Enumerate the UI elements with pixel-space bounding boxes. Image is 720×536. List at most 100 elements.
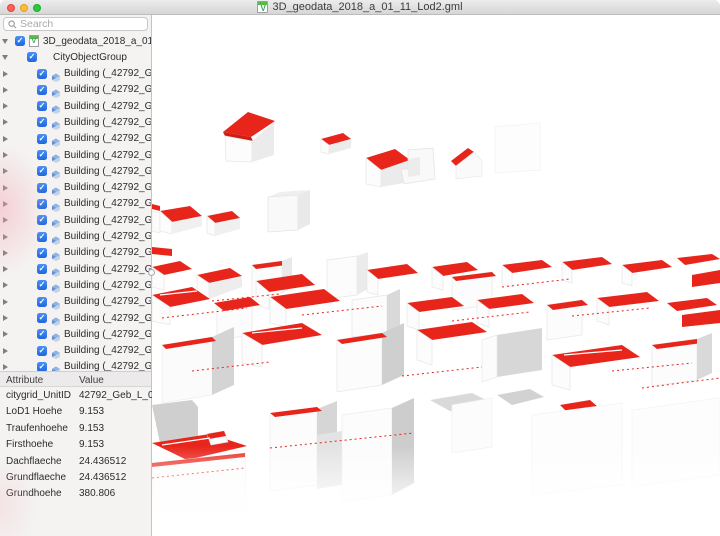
checkbox-checked[interactable]: ✓: [37, 232, 47, 242]
checkbox-checked[interactable]: ✓: [37, 166, 47, 176]
checkbox-checked[interactable]: ✓: [37, 134, 47, 144]
tree-item-building[interactable]: ✓ Building (_42792_Ge: [0, 294, 151, 310]
attribute-name: citygrid_UnitID: [6, 390, 71, 401]
checkbox-checked[interactable]: ✓: [37, 69, 47, 79]
tree-item-building[interactable]: ✓ Building (_42792_Ge: [0, 147, 151, 163]
disclosure-expanded-icon[interactable]: [2, 55, 8, 60]
checkbox-checked[interactable]: ✓: [37, 199, 47, 209]
tree-item-cityobjectgroup[interactable]: ✓ CityObjectGroup: [0, 49, 151, 65]
tree-item-building[interactable]: ✓ Building (_42792_Ge: [0, 310, 151, 326]
tree-item-label: Building (_42792_Ge: [64, 117, 151, 128]
attribute-name: Grundflaeche: [6, 472, 66, 483]
disclosure-collapsed-icon[interactable]: [3, 168, 8, 174]
disclosure-expanded-icon[interactable]: [2, 39, 8, 44]
checkbox-checked[interactable]: ✓: [37, 248, 47, 258]
checkbox-checked[interactable]: ✓: [37, 280, 47, 290]
disclosure-collapsed-icon[interactable]: [3, 234, 8, 240]
attribute-value: 42792_Geb_L_0: [79, 390, 154, 401]
tree-item-label: Building (_42792_Ge: [64, 264, 151, 275]
tree-item-building[interactable]: ✓ Building (_42792_Ge: [0, 326, 151, 342]
disclosure-collapsed-icon[interactable]: [3, 87, 8, 93]
disclosure-collapsed-icon[interactable]: [3, 315, 8, 321]
checkbox-checked[interactable]: ✓: [37, 297, 47, 307]
attribute-name: LoD1 Hoehe: [6, 406, 62, 417]
attribute-value: 380.806: [79, 488, 115, 499]
attribute-value: 9.153: [79, 406, 104, 417]
tree-item-building[interactable]: ✓ Building (_42792_Ge: [0, 212, 151, 228]
attribute-value: 9.153: [79, 423, 104, 434]
disclosure-collapsed-icon[interactable]: [3, 201, 8, 207]
disclosure-collapsed-icon[interactable]: [3, 364, 8, 370]
checkbox-checked[interactable]: ✓: [27, 52, 37, 62]
building-icon: [51, 362, 61, 371]
tree-item-label: Building (_42792_Ge: [64, 231, 151, 242]
disclosure-collapsed-icon[interactable]: [3, 71, 8, 77]
tree-item-label: Building (_42792_Ge: [64, 182, 151, 193]
attribute-row[interactable]: Grundhoehe 380.806: [0, 485, 151, 501]
app-window: V 3D_geodata_2018_a_01_11_Lod2.gml ✓ V 3…: [0, 0, 720, 536]
tree-item-building[interactable]: ✓ Building (_42792_Ge: [0, 114, 151, 130]
attribute-row[interactable]: Dachflaeche 24.436512: [0, 453, 151, 469]
disclosure-collapsed-icon[interactable]: [3, 217, 8, 223]
tree-item-label: CityObjectGroup: [53, 52, 127, 63]
attribute-row[interactable]: Firsthoehe 9.153: [0, 436, 151, 452]
disclosure-collapsed-icon[interactable]: [3, 136, 8, 142]
attribute-name: Grundhoehe: [6, 488, 62, 499]
close-button-icon[interactable]: [7, 4, 15, 12]
minimize-button-icon[interactable]: [20, 4, 28, 12]
checkbox-checked[interactable]: ✓: [37, 215, 47, 225]
disclosure-collapsed-icon[interactable]: [3, 266, 8, 272]
disclosure-collapsed-icon[interactable]: [3, 299, 8, 305]
splitter-handle[interactable]: [148, 269, 155, 276]
tree-item-root[interactable]: ✓ V 3D_geodata_2018_a_01_11_: [0, 33, 151, 49]
tree-item-building[interactable]: ✓ Building (_42792_Ge: [0, 131, 151, 147]
search-icon: [8, 20, 17, 29]
tree-item-building[interactable]: ✓ Building (_42792_Ge: [0, 245, 151, 261]
checkbox-checked[interactable]: ✓: [37, 150, 47, 160]
tree-item-label: Building (_42792_Ge: [64, 313, 151, 324]
tree-item-building[interactable]: ✓ Building (_42792_Ge: [0, 180, 151, 196]
disclosure-collapsed-icon[interactable]: [3, 282, 8, 288]
checkbox-checked[interactable]: ✓: [37, 117, 47, 127]
disclosure-collapsed-icon[interactable]: [3, 152, 8, 158]
disclosure-collapsed-icon[interactable]: [3, 331, 8, 337]
checkbox-checked[interactable]: ✓: [37, 264, 47, 274]
checkbox-checked[interactable]: ✓: [37, 346, 47, 356]
attribute-row[interactable]: Traufenhoehe 9.153: [0, 420, 151, 436]
disclosure-collapsed-icon[interactable]: [3, 185, 8, 191]
gml-file-icon: V: [29, 35, 39, 47]
tree-item-building[interactable]: ✓ Building (_42792_Ge: [0, 359, 151, 371]
tree-item-label: Building (_42792_Ge: [64, 198, 151, 209]
checkbox-checked[interactable]: ✓: [37, 313, 47, 323]
attribute-name: Dachflaeche: [6, 456, 62, 467]
checkbox-checked[interactable]: ✓: [37, 101, 47, 111]
tree-item-building[interactable]: ✓ Building (_42792_Ge: [0, 66, 151, 82]
value-column-header: Value: [79, 375, 104, 386]
attribute-row[interactable]: Grundflaeche 24.436512: [0, 469, 151, 485]
attribute-row[interactable]: citygrid_UnitID 42792_Geb_L_0: [0, 387, 151, 403]
tree-item-label: Building (_42792_Ge: [64, 84, 151, 95]
window-titlebar[interactable]: V 3D_geodata_2018_a_01_11_Lod2.gml: [0, 0, 720, 15]
search-input[interactable]: [20, 18, 143, 30]
tree-item-building[interactable]: ✓ Building (_42792_Ge: [0, 98, 151, 114]
checkbox-checked[interactable]: ✓: [37, 183, 47, 193]
tree-item-building[interactable]: ✓ Building (_42792_Ge: [0, 343, 151, 359]
attribute-value: 24.436512: [79, 472, 126, 483]
checkbox-checked[interactable]: ✓: [37, 362, 47, 371]
tree-item-building[interactable]: ✓ Building (_42792_Ge: [0, 196, 151, 212]
tree-item-building[interactable]: ✓ Building (_42792_Ge: [0, 82, 151, 98]
disclosure-collapsed-icon[interactable]: [3, 250, 8, 256]
checkbox-checked[interactable]: ✓: [37, 329, 47, 339]
viewport-3d[interactable]: [152, 15, 720, 536]
tree-item-building[interactable]: ✓ Building (_42792_Ge: [0, 163, 151, 179]
zoom-button-icon[interactable]: [33, 4, 41, 12]
tree-item-building[interactable]: ✓ Building (_42792_Ge: [0, 277, 151, 293]
tree-item-building[interactable]: ✓ Building (_42792_Ge: [0, 261, 151, 277]
disclosure-collapsed-icon[interactable]: [3, 348, 8, 354]
checkbox-checked[interactable]: ✓: [15, 36, 25, 46]
tree-item-building[interactable]: ✓ Building (_42792_Ge: [0, 229, 151, 245]
attribute-row[interactable]: LoD1 Hoehe 9.153: [0, 403, 151, 419]
disclosure-collapsed-icon[interactable]: [3, 119, 8, 125]
checkbox-checked[interactable]: ✓: [37, 85, 47, 95]
disclosure-collapsed-icon[interactable]: [3, 103, 8, 109]
